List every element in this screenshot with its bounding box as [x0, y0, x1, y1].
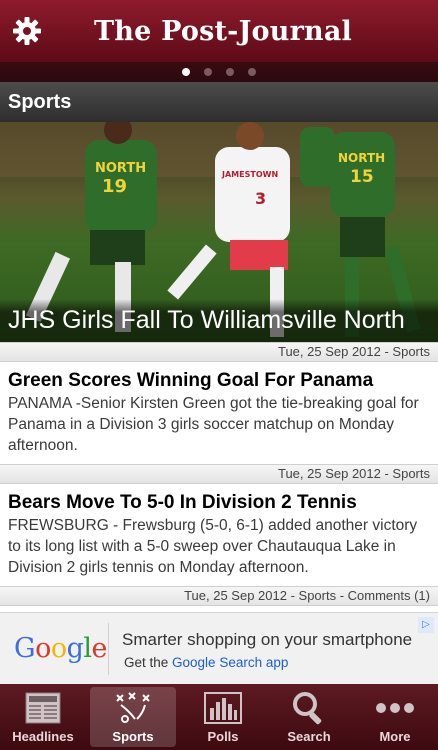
ad-subline-prefix: Get the [124, 655, 173, 670]
playbook-icon [113, 691, 153, 725]
tab-label: Sports [112, 729, 154, 744]
article-summary: FREWSBURG - Frewsburg (5-0, 6-1) added a… [8, 517, 418, 576]
page-dot-3[interactable] [226, 68, 234, 76]
ad-banner[interactable]: Google Smarter shopping on your smartpho… [0, 612, 438, 684]
magnifier-icon [289, 691, 329, 725]
ad-divider [108, 623, 109, 675]
tab-search[interactable]: Search [266, 684, 352, 750]
jersey-number: 3 [255, 189, 266, 208]
section-header: Sports [0, 82, 438, 122]
jersey-text: JAMESTOWN [221, 170, 278, 179]
page-dot-1[interactable] [182, 68, 190, 76]
article-meta: Tue, 25 Sep 2012 - Sports [0, 342, 438, 362]
page-indicator[interactable] [0, 62, 438, 82]
page-dot-4[interactable] [248, 68, 256, 76]
jersey-text: NORTH [338, 151, 385, 165]
app-title: The Post-Journal [94, 15, 352, 47]
article-title[interactable]: Green Scores Winning Goal For Panama [8, 370, 430, 392]
tab-more[interactable]: More [352, 684, 438, 750]
more-dots-icon [375, 691, 415, 725]
bar-chart-icon [203, 691, 243, 725]
tab-label: More [379, 729, 411, 744]
tab-label: Headlines [12, 729, 74, 744]
tab-headlines[interactable]: Headlines [0, 684, 86, 750]
list-item[interactable]: Bears Move To 5-0 In Division 2 Tennis F… [0, 484, 438, 586]
jersey-number: 19 [102, 176, 127, 197]
tab-polls[interactable]: Polls [180, 684, 266, 750]
ad-subline: Get the Google Search app [124, 655, 288, 670]
adchoices-icon[interactable]: ▷ [418, 617, 434, 633]
article-title[interactable]: Bears Move To 5-0 In Division 2 Tennis [8, 492, 430, 514]
jersey-number: 15 [350, 167, 374, 187]
article-meta: Tue, 25 Sep 2012 - Sports [0, 464, 438, 484]
section-title: Sports [8, 90, 72, 113]
tab-label: Polls [207, 729, 239, 744]
article-summary: PANAMA -Senior Kirsten Green got the tie… [8, 395, 419, 454]
article-meta: Tue, 25 Sep 2012 - Sports - Comments (1) [0, 586, 438, 606]
ad-link[interactable]: Google Search app [172, 655, 288, 670]
page-dot-2[interactable] [204, 68, 212, 76]
jersey-text: NORTH [95, 161, 146, 176]
tab-label: Search [287, 729, 331, 744]
tab-bar: Headlines Sports Polls Search More [0, 684, 438, 750]
hero-headline[interactable]: JHS Girls Fall To Williamsville North [0, 299, 438, 342]
gear-icon[interactable] [12, 16, 42, 46]
tab-sports[interactable]: Sports [90, 687, 176, 747]
newspaper-icon [23, 691, 63, 725]
app-header: The Post-Journal [0, 0, 438, 62]
google-logo: Google [14, 633, 108, 664]
list-item[interactable]: Green Scores Winning Goal For Panama PAN… [0, 362, 438, 464]
article-list: Tue, 25 Sep 2012 - Sports Green Scores W… [0, 342, 438, 606]
hero-story[interactable]: NORTH 19 NORTH 15 JAMESTOWN 3 JHS Girls … [0, 122, 438, 342]
ad-headline: Smarter shopping on your smartphone [122, 630, 413, 649]
